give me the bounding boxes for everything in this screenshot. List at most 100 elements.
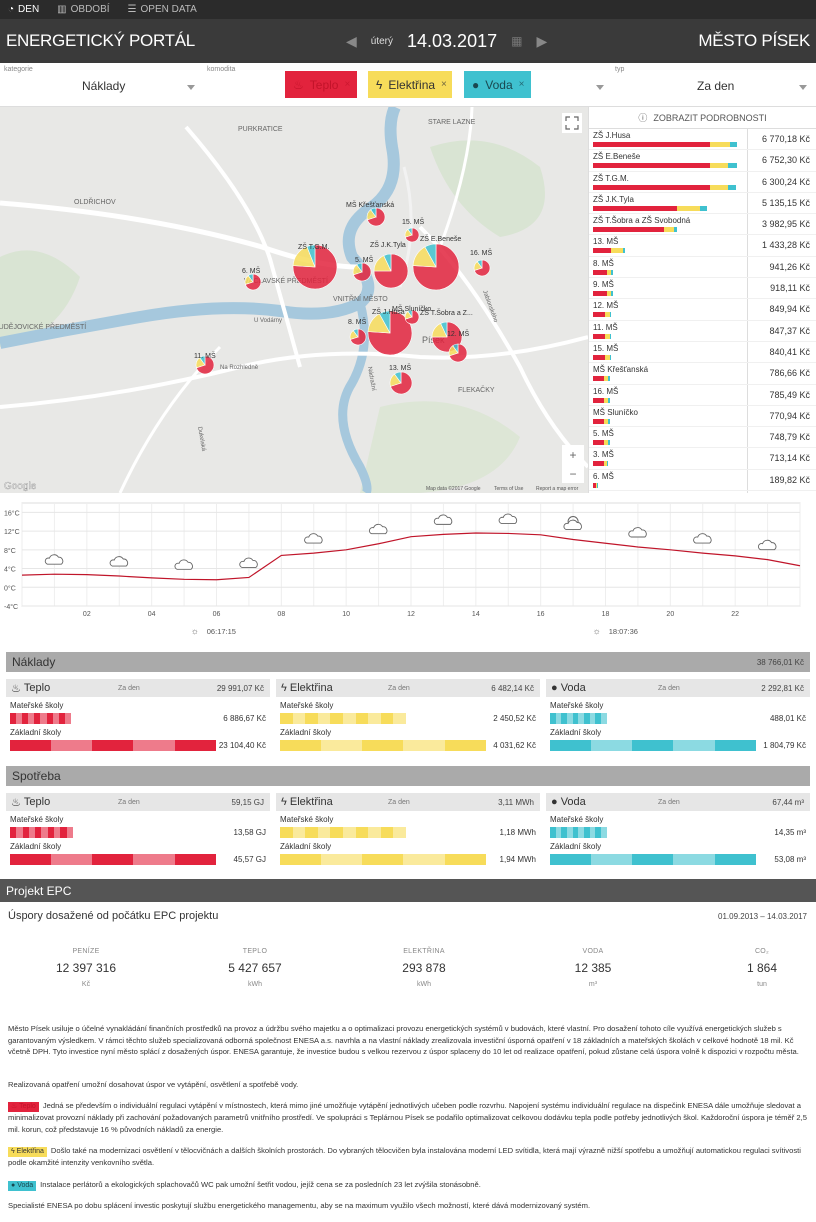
pie-marker[interactable] <box>292 244 338 290</box>
y-tick-label: -4°C <box>4 603 18 611</box>
school-value: 6 770,18 Kč <box>761 134 810 144</box>
school-bar-segment <box>593 376 604 382</box>
school-row[interactable]: ZŠ E.Beneše 6 752,30 Kč <box>589 150 816 172</box>
komodita-chevron-down-icon[interactable] <box>596 85 604 90</box>
consumption-bar <box>280 713 406 724</box>
school-row[interactable]: ZŠ T.G.M. 6 300,24 Kč <box>589 172 816 193</box>
zs-label: Základní školy <box>280 842 332 851</box>
school-row[interactable]: 9. MŠ 918,11 Kč <box>589 278 816 300</box>
district-budejovicke: BUDĚJOVICKÉ PŘEDMĚSTÍ <box>0 322 86 331</box>
consumption-bar <box>280 854 486 865</box>
map[interactable]: + − PURKRATICE STARE LAZNE OLDŘICHOV VÁC… <box>0 107 588 493</box>
remove-voda-icon[interactable]: × <box>519 79 525 90</box>
show-details-button[interactable]: ⓘ ZOBRAZIT PODROBNOSTI <box>589 107 816 129</box>
database-icon: ☰ <box>127 4 137 15</box>
nav-obdobi[interactable]: ▥ OBDOBÍ <box>57 4 109 15</box>
school-row[interactable]: ZŠ J.K.Tyla 5 135,15 Kč <box>589 193 816 215</box>
chip-elektrina[interactable]: ϟ Elektřina × <box>368 71 452 98</box>
pie-marker[interactable] <box>412 243 460 291</box>
ms-label: Mateřské školy <box>550 815 604 824</box>
prev-day-icon[interactable]: ◀ <box>346 33 357 50</box>
info-icon: ⓘ <box>638 113 648 123</box>
epc-paragraph-6: Specialisté ENESA po dobu splácení inves… <box>8 1201 591 1210</box>
map-canvas[interactable]: + − PURKRATICE STARE LAZNE OLDŘICHOV VÁC… <box>0 107 588 493</box>
school-row[interactable]: ZŠ T.Šobra a ZŠ Svobodná 3 982,95 Kč <box>589 214 816 236</box>
bar-segment <box>321 854 363 865</box>
ms-value: 1,18 MWh <box>499 828 536 837</box>
remove-elektrina-icon[interactable]: × <box>441 79 447 90</box>
marker-label-16-ms: 16. MŠ <box>470 248 493 257</box>
bar-segment <box>174 854 216 865</box>
bar-segment <box>393 713 406 724</box>
pie-marker[interactable] <box>448 343 468 363</box>
school-bar <box>593 354 611 360</box>
card-header: ● Voda Za den 67,44 m³ <box>546 793 810 811</box>
typ-chevron-down-icon[interactable] <box>799 85 807 90</box>
bar-segment <box>92 854 134 865</box>
current-date[interactable]: 14.03.2017 <box>407 31 497 52</box>
pie-marker[interactable] <box>373 253 409 289</box>
chip-teplo[interactable]: ♨ Teplo × <box>285 71 357 98</box>
school-bar-segment <box>729 142 737 147</box>
pie-marker[interactable] <box>389 371 413 395</box>
nav-den[interactable]: ◔ DEN <box>8 4 39 15</box>
zoom-out-icon[interactable]: − <box>569 467 576 481</box>
report-error-link[interactable]: Report a map error <box>536 486 579 492</box>
temperature-chart: 16°C 12°C 8°C 4°C 0°C -4°C 02 04 06 08 10 12 14 16 18 2… <box>0 493 816 645</box>
consumption-bar <box>10 827 73 838</box>
spotreba-header: Spotřeba <box>6 766 810 786</box>
school-row[interactable]: 5. MŠ 748,79 Kč <box>589 427 816 449</box>
epc-stat: PENÍZE 12 397 316 Kč <box>26 948 146 988</box>
school-row[interactable]: 16. MŠ 785,49 Kč <box>589 385 816 406</box>
school-row[interactable]: ZŠ J.Husa 6 770,18 Kč <box>589 129 816 151</box>
school-value: 840,41 Kč <box>769 346 810 357</box>
district-purkratice: PURKRATICE <box>238 126 283 133</box>
bar-segment <box>92 740 134 751</box>
school-name: ZŠ J.Husa <box>593 131 631 140</box>
school-row[interactable]: 15. MŠ 840,41 Kč <box>589 342 816 364</box>
zs-value: 1 804,79 Kč <box>763 741 806 750</box>
school-bar-segment <box>593 269 607 275</box>
stat-value: 5 427 657 <box>228 961 282 975</box>
bar-segment <box>444 740 486 751</box>
kategorie-chevron-down-icon[interactable] <box>187 85 195 90</box>
school-row[interactable]: 13. MŠ 1 433,28 Kč <box>589 235 816 257</box>
bar-segment <box>342 713 356 724</box>
bar-segment <box>550 854 592 865</box>
calendar-icon[interactable]: ▦ <box>511 34 522 48</box>
marker-label-zs-tsobra: ZŠ T.Šobra a Z... <box>420 308 473 317</box>
pie-marker[interactable] <box>404 227 420 243</box>
school-row[interactable]: 6. MŠ 189,82 Kč <box>589 470 816 492</box>
kategorie-select[interactable]: Náklady <box>82 79 125 93</box>
school-bar-segment <box>593 163 710 169</box>
sunset: ☼ 18:07:36 <box>593 626 638 636</box>
chip-voda[interactable]: ● Voda × <box>464 71 531 98</box>
school-row[interactable]: 11. MŠ 847,37 Kč <box>589 321 816 342</box>
zoom-in-icon[interactable]: + <box>569 448 576 462</box>
school-row[interactable]: MŠ Křešťanská 786,66 Kč <box>589 363 816 385</box>
school-row[interactable]: 12. MŠ 849,94 Kč <box>589 299 816 321</box>
school-value: 786,66 Kč <box>769 368 810 379</box>
pie-marker[interactable] <box>244 273 262 291</box>
pie-marker[interactable] <box>352 262 372 282</box>
bar-segment <box>550 740 592 751</box>
typ-select[interactable]: Za den <box>697 79 734 93</box>
fullscreen-icon[interactable] <box>562 113 582 133</box>
school-row[interactable]: 8. MŠ 941,26 Kč <box>589 257 816 279</box>
nav-open-data[interactable]: ☰ OPEN DATA <box>128 4 197 15</box>
ms-label: Mateřské školy <box>280 701 334 710</box>
remove-teplo-icon[interactable]: × <box>344 79 350 90</box>
terms-link[interactable]: Terms of Use <box>494 486 524 492</box>
pie-marker[interactable] <box>473 259 491 277</box>
school-row[interactable]: MŠ Sluníčko 770,94 Kč <box>589 406 816 428</box>
bar-segment <box>591 854 633 865</box>
pie-marker[interactable] <box>349 328 367 346</box>
school-name: 3. MŠ <box>593 450 614 460</box>
x-tick-label: 06 <box>213 611 221 618</box>
school-row[interactable]: 3. MŠ 713,14 Kč <box>589 448 816 470</box>
flame-icon: ♨ <box>293 77 304 92</box>
next-day-icon[interactable]: ▶ <box>536 33 547 50</box>
stat-value: 12 397 316 <box>55 961 117 975</box>
ms-label: Mateřské školy <box>280 815 334 824</box>
pie-marker[interactable] <box>366 207 386 227</box>
